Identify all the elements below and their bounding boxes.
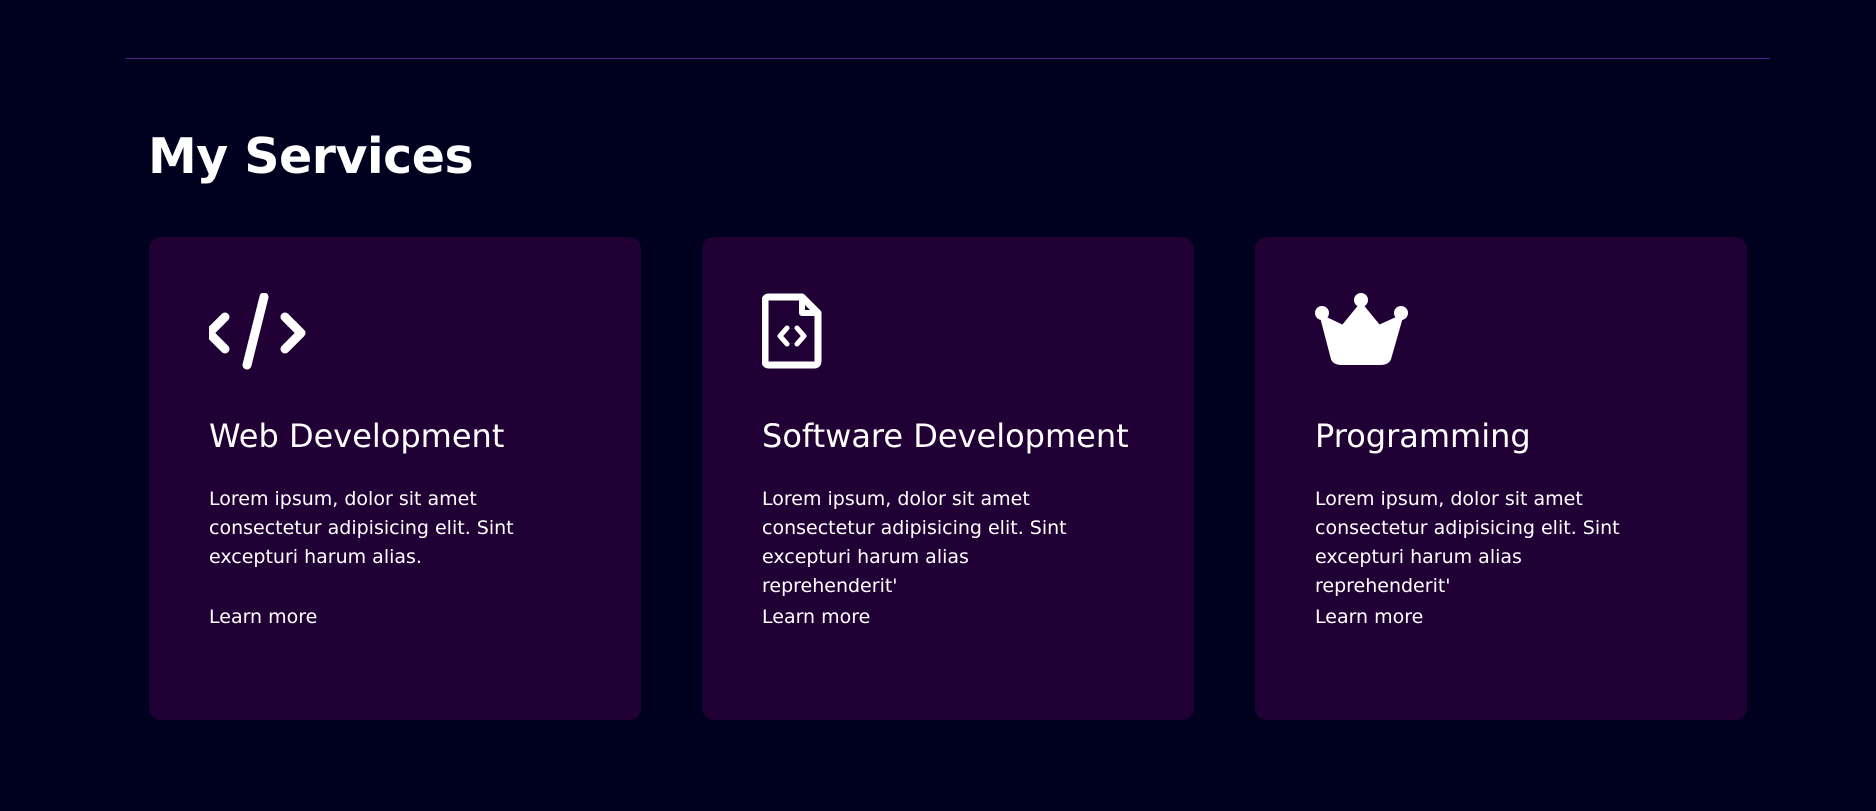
section-divider [125,58,1770,59]
service-card-software-development: Software Development Lorem ipsum, dolor … [702,237,1194,720]
service-card-web-development: Web Development Lorem ipsum, dolor sit a… [149,237,641,720]
services-grid: Web Development Lorem ipsum, dolor sit a… [149,237,1747,720]
section-title: My Services [148,128,474,185]
learn-more-link[interactable]: Learn more [1315,606,1423,628]
service-title: Programming [1315,417,1531,455]
learn-more-link[interactable]: Learn more [209,606,317,628]
service-title: Software Development [762,417,1129,455]
service-description: Lorem ipsum, dolor sit amet consectetur … [209,488,514,569]
service-description: Lorem ipsum, dolor sit amet consectetur … [1315,488,1620,598]
crown-icon [1315,293,1415,379]
service-title: Web Development [209,417,505,455]
file-code-icon [762,293,862,379]
service-card-programming: Programming Lorem ipsum, dolor sit amet … [1255,237,1747,720]
learn-more-link[interactable]: Learn more [762,606,870,628]
code-icon [209,293,309,379]
service-description: Lorem ipsum, dolor sit amet consectetur … [762,488,1067,598]
